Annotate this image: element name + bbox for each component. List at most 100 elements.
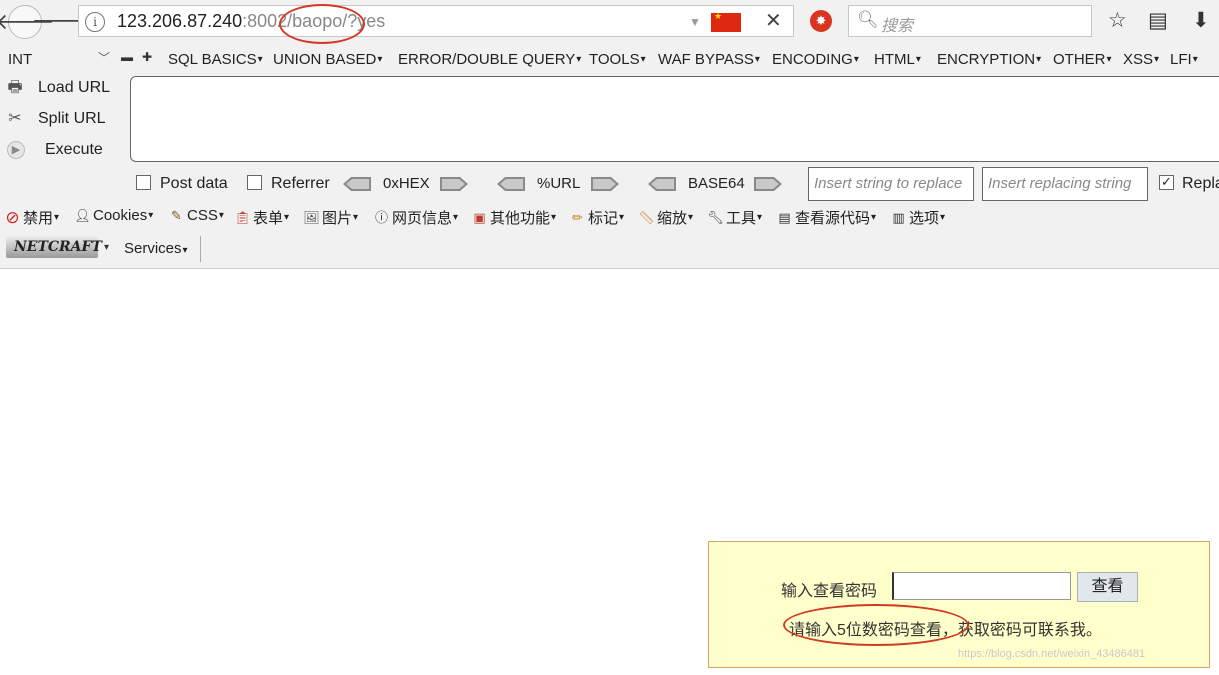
split-url-label: Split URL <box>38 110 106 127</box>
url-encode-arrow-icon[interactable] <box>591 177 619 191</box>
load-url-button[interactable]: 🖶 Load URL <box>4 75 110 101</box>
base64-label: BASE64 <box>688 175 745 192</box>
menu-cookies[interactable]: 👤︎ Cookies <box>74 207 153 224</box>
replace-all-label: Replace All <box>1182 175 1219 192</box>
url-host: 123.206.87.240 <box>117 11 243 31</box>
services-menu[interactable]: Services <box>124 240 188 257</box>
url-query: ?yes <box>347 11 386 31</box>
options-icon: ▥ <box>892 210 905 225</box>
browser-chrome: 🡐 🡒 i 123.206.87.240:8002/baopo/?yes ▼ ✕… <box>0 0 1219 269</box>
menu-cookies-label: Cookies <box>93 207 148 224</box>
menu-css-label: CSS <box>187 207 218 224</box>
hackbar-url-textarea[interactable] <box>130 76 1219 162</box>
play-icon: ▶ <box>7 141 25 159</box>
menu-sql-basics[interactable]: SQL BASICS <box>168 51 263 68</box>
url-bar[interactable]: i 123.206.87.240:8002/baopo/?yes ▼ ✕ <box>78 5 794 37</box>
view-button[interactable]: 查看 <box>1077 572 1138 602</box>
int-select-value: INT <box>8 51 33 68</box>
menu-tools-wd-label: 工具 <box>726 210 757 227</box>
execute-label: Execute <box>45 141 103 158</box>
watermark: https://blog.csdn.net/weixin_43486481 <box>958 648 1146 660</box>
menu-error-double-query[interactable]: ERROR/DOUBLE QUERY <box>398 51 581 68</box>
info-icon[interactable]: i <box>85 12 105 32</box>
url-port: :8002 <box>242 11 288 31</box>
menu-resize-label: 缩放 <box>657 210 688 227</box>
insert-replacing-input[interactable]: Insert replacing string <box>982 167 1148 201</box>
menu-union-based[interactable]: UNION BASED <box>273 51 382 68</box>
addon-bug-icon[interactable]: ✸ <box>810 10 832 32</box>
insert-replace-input[interactable]: Insert string to replace <box>808 167 974 201</box>
post-data-label: Post data <box>160 175 228 192</box>
split-url-button[interactable]: ✂ Split URL <box>4 106 106 132</box>
menu-options-label: 选项 <box>909 210 940 227</box>
info-circle-icon: ⓘ <box>374 210 388 225</box>
menu-images[interactable]: 🖼︎ 图片 <box>303 207 358 228</box>
menu-other[interactable]: OTHER <box>1053 51 1112 68</box>
scissors-icon: ✂ <box>8 110 22 127</box>
url-dropdown-icon[interactable]: ▼ <box>689 15 701 29</box>
password-input[interactable] <box>892 572 1071 600</box>
hex-label: 0xHEX <box>383 175 430 192</box>
disable-icon: ⊘ <box>5 208 20 227</box>
close-icon[interactable]: ✕ <box>765 8 782 33</box>
password-prompt-label: 输入查看密码 <box>781 583 878 600</box>
forward-button[interactable]: 🡒 <box>32 6 91 36</box>
menu-page-info[interactable]: ⓘ 网页信息 <box>373 207 458 228</box>
download-icon[interactable]: ⬇ <box>1192 8 1210 33</box>
china-flag-icon <box>711 11 741 32</box>
base64-encode-arrow-icon[interactable] <box>754 177 782 191</box>
menu-view-source[interactable]: ▤ 查看源代码 <box>776 207 876 228</box>
bookmark-star-icon[interactable]: ☆ <box>1108 8 1127 33</box>
post-data-checkbox[interactable] <box>136 175 151 190</box>
execute-button[interactable]: ▶ Execute <box>4 137 103 163</box>
menu-misc-label: 其他功能 <box>490 210 551 227</box>
replace-all-checkbox[interactable]: ✓ <box>1159 175 1174 190</box>
menu-css[interactable]: ✎ CSS <box>168 207 224 224</box>
menu-encoding[interactable]: ENCODING <box>772 51 859 68</box>
menu-tools[interactable]: TOOLS <box>589 51 646 68</box>
menu-tools-wd[interactable]: 🔧︎ 工具 <box>707 207 762 228</box>
menu-view-source-label: 查看源代码 <box>795 210 871 227</box>
menu-disable-label: 禁用 <box>23 210 54 227</box>
reading-list-icon[interactable]: ▤ <box>1148 8 1168 33</box>
url-decode-arrow-icon[interactable] <box>497 177 525 191</box>
referrer-checkbox[interactable] <box>247 175 262 190</box>
netcraft-logo[interactable]: NETCRAFT <box>6 236 102 258</box>
password-hint: 请输入5位数密码查看，获取密码可联系我。 <box>789 622 1102 639</box>
referrer-label: Referrer <box>271 175 330 192</box>
menu-options[interactable]: ▥ 选项 <box>890 207 945 228</box>
menu-misc[interactable]: ▣ 其他功能 <box>471 207 556 228</box>
image-icon: 🖼︎ <box>303 210 320 225</box>
hex-encode-arrow-icon[interactable] <box>440 177 468 191</box>
netcraft-dropdown-icon[interactable]: ▾ <box>104 242 109 253</box>
plus-icon[interactable]: ✚ <box>142 50 152 64</box>
url-text[interactable]: 123.206.87.240:8002/baopo/?yes <box>117 11 385 32</box>
web-developer-toolbar: ⊘禁用 👤︎Cookies ✎ CSS 📋︎表单 🖼︎图片 ⓘ 网页信息 ▣ 其他功能… <box>0 205 1219 229</box>
menu-outline[interactable]: ✏ 标记 <box>569 207 624 228</box>
menu-forms[interactable]: 📋︎ 表单 <box>234 207 289 228</box>
base64-decode-arrow-icon[interactable] <box>648 177 676 191</box>
url-path: /baopo/ <box>287 11 348 31</box>
toolbar-divider <box>200 236 201 262</box>
menu-html[interactable]: HTML <box>874 51 921 68</box>
chevron-down-icon: ﹀ <box>97 51 110 65</box>
ruler-icon: 📏︎ <box>638 210 655 225</box>
minus-icon[interactable]: ▬ <box>121 50 133 64</box>
search-box[interactable]: 🔍︎ 搜索 <box>848 5 1092 37</box>
pencil-icon: ✏ <box>572 210 583 225</box>
hackbar-menu: INT ﹀ ▬ ✚ SQL BASICS UNION BASED ERROR/DO… <box>0 46 1219 72</box>
source-icon: ▤ <box>778 210 791 225</box>
menu-forms-label: 表单 <box>253 210 284 227</box>
menu-disable[interactable]: ⊘ 禁用 <box>4 207 59 228</box>
search-icon: 🔍︎ <box>857 10 879 29</box>
menu-outline-label: 标记 <box>588 210 619 227</box>
menu-waf-bypass[interactable]: WAF BYPASS <box>658 51 760 68</box>
url-encode-label: %URL <box>537 175 581 192</box>
menu-xss[interactable]: XSS <box>1123 51 1159 68</box>
int-select[interactable]: INT ﹀ <box>4 49 110 69</box>
magic-wand-icon: ✎ <box>171 208 182 223</box>
menu-lfi[interactable]: LFI <box>1170 51 1198 68</box>
menu-resize[interactable]: 📏︎ 缩放 <box>638 207 693 228</box>
hex-decode-arrow-icon[interactable] <box>343 177 371 191</box>
menu-encryption[interactable]: ENCRYPTION <box>937 51 1041 68</box>
